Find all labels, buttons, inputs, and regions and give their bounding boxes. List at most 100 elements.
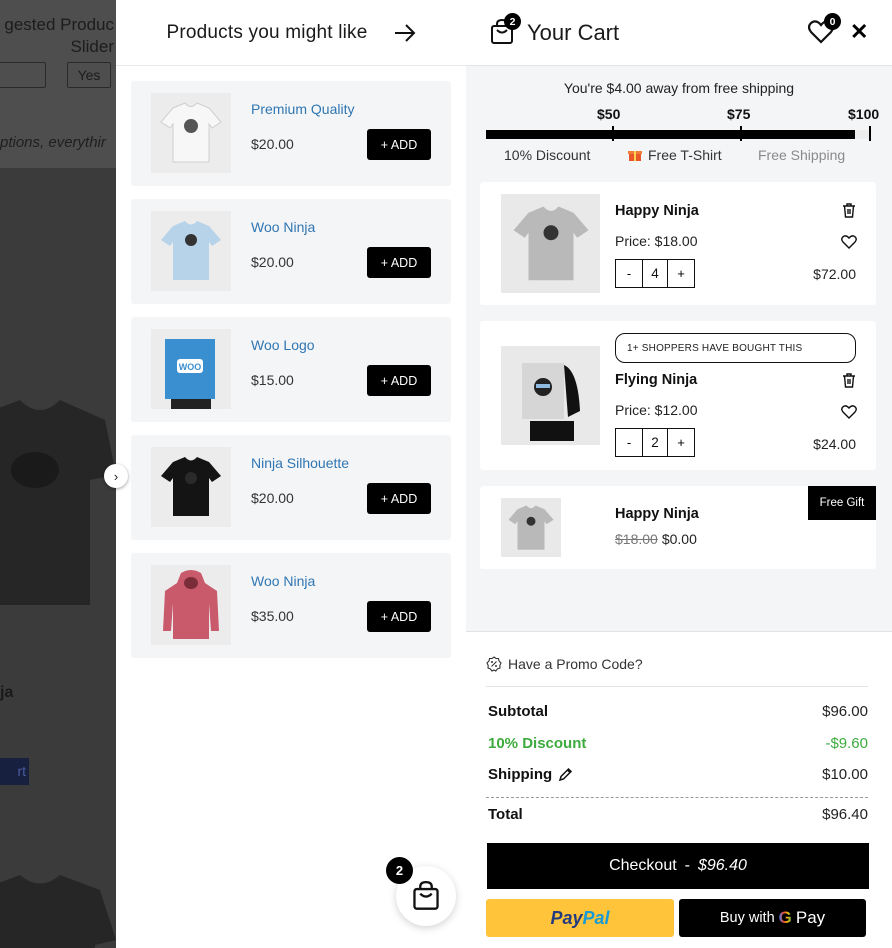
background-title: gested Produc Slider xyxy=(4,15,114,56)
add-to-cart-button[interactable]: + ADD xyxy=(367,483,431,514)
cart-item-name: Happy Ninja xyxy=(615,203,699,219)
cart-item: 1+ SHOPPERS HAVE BOUGHT THIS Flying Ninj… xyxy=(480,321,876,470)
upsell-product-name[interactable]: Premium Quality xyxy=(251,101,354,117)
pink-hoodie-icon xyxy=(151,565,231,645)
tier-tick xyxy=(740,126,742,141)
background-product-image-2 xyxy=(0,875,116,948)
close-icon[interactable]: ✕ xyxy=(850,21,868,43)
heart-icon[interactable] xyxy=(841,235,857,249)
gift-item-name: Happy Ninja xyxy=(615,506,699,522)
upsell-product-card: Woo Ninja $20.00 + ADD xyxy=(131,199,451,304)
upsell-product-card: Ninja Silhouette $20.00 + ADD xyxy=(131,435,451,540)
upsell-product-price: $15.00 xyxy=(251,372,294,388)
upsell-product-price: $35.00 xyxy=(251,608,294,624)
background-input xyxy=(0,62,46,88)
trash-icon[interactable] xyxy=(842,373,856,388)
upsell-product-name[interactable]: Woo Ninja xyxy=(251,573,315,589)
cart-item-total: $72.00 xyxy=(813,266,856,282)
qty-value[interactable]: 2 xyxy=(642,429,668,456)
upsell-panel: Products you might like Premium Quality … xyxy=(116,0,466,948)
tier-amount: $75 xyxy=(727,106,751,122)
white-tshirt-icon xyxy=(151,93,231,173)
background-options-text: ptions, everythir xyxy=(0,134,106,151)
upsell-product-name[interactable]: Woo Ninja xyxy=(251,219,315,235)
background-page: gested Produc Slider Yes ptions, everyth… xyxy=(0,0,116,948)
divider xyxy=(486,797,868,798)
cart-count-badge: 2 xyxy=(504,13,521,30)
checkout-button[interactable]: Checkout - $96.40 xyxy=(487,843,869,889)
gift-item-price: $18.00 $0.00 xyxy=(615,531,697,547)
heart-icon[interactable] xyxy=(841,405,857,419)
qty-plus-button[interactable]: + xyxy=(668,260,694,287)
blue-tshirt-icon xyxy=(151,211,231,291)
woo-poster-icon: WOO xyxy=(151,329,231,409)
cart-item-price: Price: $12.00 xyxy=(615,402,698,418)
tier-label: Free Shipping xyxy=(758,147,846,163)
discount-icon xyxy=(486,656,502,672)
qty-value[interactable]: 4 xyxy=(642,260,668,287)
shipping-progress-bar xyxy=(486,130,870,139)
order-summary: Have a Promo Code? Subtotal $96.00 10% D… xyxy=(466,631,892,948)
cart-panel: 2 Your Cart 0 ✕ You're $4.00 away from f… xyxy=(466,0,892,948)
quantity-stepper: - 2 + xyxy=(615,428,695,457)
add-to-cart-button[interactable]: + ADD xyxy=(367,247,431,278)
cart-item-name: Flying Ninja xyxy=(615,372,698,388)
cart-item-total: $24.00 xyxy=(813,436,856,452)
social-proof-badge: 1+ SHOPPERS HAVE BOUGHT THIS xyxy=(615,333,856,363)
tier-amount: $50 xyxy=(597,106,621,122)
shipping-row: Shipping $10.00 xyxy=(488,766,868,783)
pencil-icon[interactable] xyxy=(558,767,573,782)
tier-label: 10% Discount xyxy=(504,147,591,163)
add-to-cart-button[interactable]: + ADD xyxy=(367,601,431,632)
total-row: Total $96.40 xyxy=(488,806,868,823)
cart-header: 2 Your Cart 0 ✕ xyxy=(466,0,892,66)
tier-tick xyxy=(869,126,871,141)
shipping-message: You're $4.00 away from free shipping xyxy=(563,80,795,96)
background-add-button: rt xyxy=(0,758,29,785)
floating-cart-count: 2 xyxy=(386,857,413,884)
paypal-button[interactable]: Pay Pal xyxy=(486,899,674,937)
upsell-product-name[interactable]: Woo Logo xyxy=(251,337,315,353)
upsell-product-price: $20.00 xyxy=(251,136,294,152)
qty-minus-button[interactable]: - xyxy=(616,429,642,456)
slider-next-icon[interactable]: › xyxy=(104,464,128,488)
black-tshirt-icon xyxy=(151,447,231,527)
qty-plus-button[interactable]: + xyxy=(668,429,694,456)
free-gift-item: Happy Ninja $18.00 $0.00 Free Gift xyxy=(480,486,876,569)
gift-old-price: $18.00 xyxy=(615,531,658,547)
grey-tshirt-icon xyxy=(501,194,600,293)
background-product-image xyxy=(0,400,116,605)
cart-item-price: Price: $18.00 xyxy=(615,233,698,249)
upsell-title: Products you might like xyxy=(166,21,368,43)
upsell-product-name[interactable]: Ninja Silhouette xyxy=(251,455,349,471)
upsell-header: Products you might like xyxy=(116,0,466,66)
arrow-right-icon[interactable] xyxy=(394,23,416,42)
tier-tick xyxy=(612,126,614,141)
gift-new-price: $0.00 xyxy=(661,531,697,547)
gift-icon xyxy=(628,151,642,161)
tier-amount: $100 xyxy=(848,106,880,122)
promo-code-toggle[interactable]: Have a Promo Code? xyxy=(486,656,643,672)
discount-row: 10% Discount -$9.60 xyxy=(488,735,868,752)
trash-icon[interactable] xyxy=(842,203,856,218)
cart-item: Happy Ninja Price: $18.00 - 4 + $72.00 xyxy=(480,182,876,305)
divider xyxy=(486,686,868,687)
google-g-icon: G xyxy=(778,908,792,927)
quantity-stepper: - 4 + xyxy=(615,259,695,288)
upsell-product-card: Woo Ninja $35.00 + ADD xyxy=(131,553,451,658)
flying-ninja-poster-icon xyxy=(501,346,600,445)
upsell-product-price: $20.00 xyxy=(251,490,294,506)
subtotal-row: Subtotal $96.00 xyxy=(488,703,868,720)
cart-bag: 2 xyxy=(490,13,521,45)
qty-minus-button[interactable]: - xyxy=(616,260,642,287)
add-to-cart-button[interactable]: + ADD xyxy=(367,129,431,160)
wishlist-button[interactable]: 0 xyxy=(807,13,841,44)
shopping-bag-icon xyxy=(413,881,439,910)
google-pay-button[interactable]: Buy with G Pay xyxy=(679,899,866,937)
add-to-cart-button[interactable]: + ADD xyxy=(367,365,431,396)
free-gift-badge: Free Gift xyxy=(808,486,876,520)
upsell-product-price: $20.00 xyxy=(251,254,294,270)
grey-tshirt-icon xyxy=(501,498,561,557)
background-product-name: ja xyxy=(0,684,14,701)
svg-text:WOO: WOO xyxy=(179,362,202,372)
